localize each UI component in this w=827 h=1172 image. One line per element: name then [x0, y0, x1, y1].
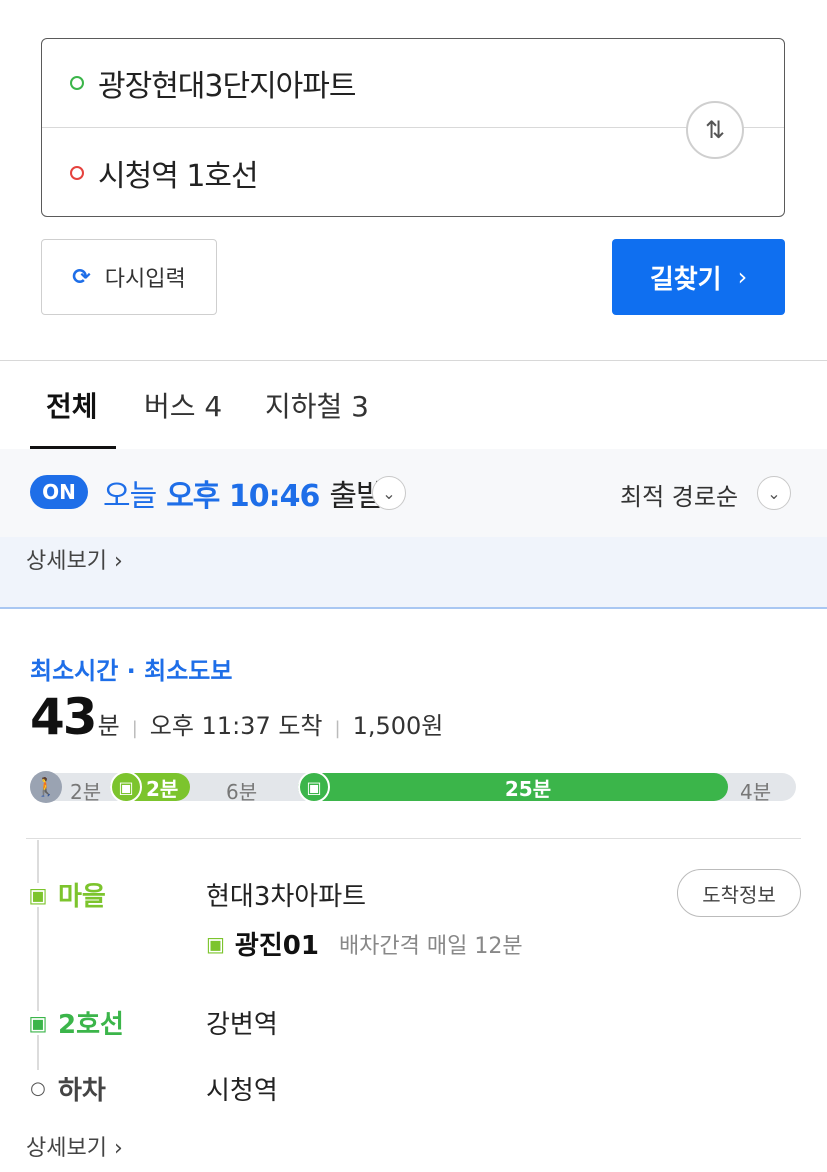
- option-bar: ON 오늘 오후 10:46 출발 ⌄ 최적 경로순 ⌄: [0, 449, 827, 537]
- duration-unit: 분: [97, 712, 120, 740]
- bus-line-info: ▣ 광진01 배차간격 매일 12분: [206, 925, 523, 962]
- route-timeline: 🚶 2분 2분 ▣ 6분 25분 ▣ 4분: [30, 771, 796, 804]
- end-text: 시청역 1호선: [98, 158, 259, 194]
- detail-bar: 상세보기 ›: [0, 537, 827, 609]
- route-input-box: 광장현대3단지아파트 시청역 1호선 ⇅: [41, 38, 785, 217]
- walk-icon: 🚶: [30, 771, 62, 803]
- start-text: 광장현대3단지아파트: [98, 69, 356, 104]
- alight-dot-icon: ○: [26, 1076, 50, 1101]
- walk-time-1: 2분: [70, 780, 102, 804]
- step-village-bus: ▣ 마을: [26, 876, 106, 913]
- route-summary: 43 분 | 오후 11:37 도착 | 1,500원: [30, 688, 443, 746]
- step-place: 강변역: [206, 1010, 278, 1040]
- tab-bus[interactable]: 버스 4: [144, 361, 222, 449]
- subway-time: 25분: [504, 776, 552, 801]
- bus-interval: 배차간격 매일 12분: [338, 933, 523, 959]
- step-place: 현대3차아파트: [206, 882, 367, 912]
- refresh-icon: ⟳: [72, 264, 91, 290]
- step-place: 시청역: [206, 1076, 278, 1106]
- chevron-right-icon: ›: [737, 263, 748, 291]
- start-dot-icon: [70, 76, 84, 90]
- search-button[interactable]: 길찾기 ›: [612, 239, 785, 315]
- step-mode: 하차: [58, 1076, 106, 1106]
- step-mode: 마을: [58, 882, 106, 912]
- divider: [26, 838, 801, 839]
- step-alight: ○ 하차: [26, 1070, 106, 1107]
- bus-icon: ▣: [26, 882, 50, 907]
- reset-button[interactable]: ⟳ 다시입력: [41, 239, 217, 315]
- bus-icon: ▣: [206, 931, 225, 956]
- step-subway: ▣ 2호선: [26, 1004, 124, 1041]
- bus-number[interactable]: 광진01: [235, 925, 319, 962]
- search-label: 길찾기: [649, 264, 722, 295]
- tab-bar: 전체 버스 4 지하철 3: [0, 361, 827, 449]
- swap-icon[interactable]: ⇅: [686, 101, 744, 159]
- end-field[interactable]: 시청역 1호선: [42, 128, 784, 217]
- arrival-info-button[interactable]: 도착정보: [677, 869, 801, 917]
- end-dot-icon: [70, 165, 84, 180]
- detail-link-top[interactable]: 상세보기 ›: [26, 543, 123, 575]
- time-chevron-down-icon[interactable]: ⌄: [372, 476, 406, 510]
- tab-subway[interactable]: 지하철 3: [265, 361, 369, 449]
- time-value: 오후 10:46: [166, 479, 320, 514]
- bus-time: 2분: [146, 776, 179, 801]
- sort-chevron-down-icon[interactable]: ⌄: [757, 476, 791, 510]
- subway-icon: ▣: [26, 1010, 50, 1035]
- arrival-time: 오후 11:37 도착: [149, 712, 323, 740]
- detail-link-bottom[interactable]: 상세보기 ›: [26, 1130, 123, 1162]
- walk-time-2: 6분: [226, 780, 258, 804]
- subway-icon: ▣: [298, 771, 330, 803]
- fare: 1,500원: [352, 712, 444, 740]
- subway-segment: 25분: [298, 773, 728, 801]
- step-mode: 2호선: [58, 1010, 124, 1040]
- departure-time[interactable]: 오늘 오후 10:46 출발: [103, 471, 384, 515]
- tab-all[interactable]: 전체: [46, 361, 98, 449]
- duration-minutes: 43: [30, 688, 98, 746]
- on-toggle[interactable]: ON: [30, 475, 88, 509]
- start-field[interactable]: 광장현대3단지아파트: [42, 39, 784, 128]
- reset-label: 다시입력: [104, 267, 186, 292]
- sort-select[interactable]: 최적 경로순: [620, 477, 738, 512]
- route-tags: 최소시간 · 최소도보: [30, 657, 233, 685]
- today-label: 오늘: [103, 479, 157, 514]
- walk-time-3: 4분: [740, 780, 772, 804]
- separator: |: [131, 718, 138, 739]
- separator: |: [334, 718, 341, 739]
- bus-icon: ▣: [110, 771, 142, 803]
